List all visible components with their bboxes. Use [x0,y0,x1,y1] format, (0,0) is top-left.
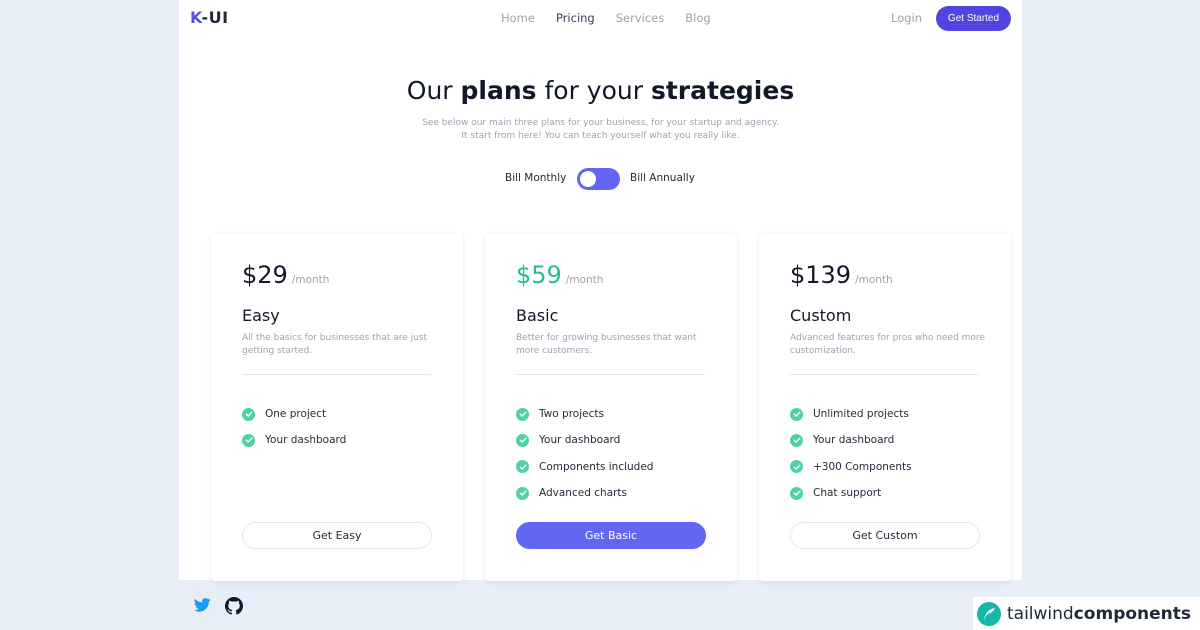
price-amount: $139 [790,261,852,289]
feature-item: Your dashboard [790,427,912,453]
plan-card-custom: $139/month Custom Advanced features for … [759,233,1011,581]
feature-item: Your dashboard [242,427,346,453]
feature-label: Your dashboard [265,434,347,447]
feature-label: Two projects [539,408,604,421]
nav-link-home[interactable]: Home [501,11,535,25]
logo-text: -UI [201,8,229,27]
subtitle-line: See below our main three plans for your … [422,118,779,128]
twitter-icon[interactable] [194,598,211,612]
feature-label: Components included [539,460,654,473]
bill-annually-label[interactable]: Bill Annually [630,172,695,184]
feature-label: Your dashboard [539,434,621,447]
feature-item: Advanced charts [516,480,653,506]
badge-text-bold: components [1073,603,1192,624]
tailwindcomponents-logo-icon [977,601,1001,626]
github-icon[interactable] [225,597,243,615]
plan-price: $59/month [516,261,603,289]
feature-label: Advanced charts [539,487,627,500]
tailwindcomponents-label: tailwindcomponents [1007,604,1191,624]
feature-label: One project [265,408,327,421]
divider [790,374,979,375]
subtitle-line: It start from here! You can teach yourse… [461,131,740,141]
get-basic-button[interactable]: Get Basic [516,522,706,549]
check-icon [790,407,803,421]
billing-toggle[interactable] [577,168,620,190]
plan-card-basic: $59/month Basic Better for growing busin… [485,233,737,581]
check-icon [516,486,529,500]
tailwindcomponents-badge[interactable]: tailwindcomponents [973,597,1200,630]
plan-price: $139/month [790,261,893,289]
feature-item: One project [242,401,346,427]
plan-price: $29/month [242,261,329,289]
nav-link-blog[interactable]: Blog [685,11,710,25]
feature-item: Unlimited projects [790,401,912,427]
price-period: /month [565,274,604,286]
billing-switch: Bill Monthly Bill Annually [179,168,1022,190]
plan-name: Custom [790,306,852,325]
nav-links: Home Pricing Services Blog [501,11,711,25]
check-icon [242,407,255,421]
divider [516,374,705,375]
feature-item: Chat support [790,480,912,506]
check-icon [790,486,803,500]
feature-label: Your dashboard [813,434,895,447]
toggle-knob [580,171,596,187]
price-period: /month [855,274,893,286]
feature-item: Two projects [516,401,653,427]
plan-name: Basic [516,306,559,325]
price-period: /month [291,274,330,286]
feature-item: Components included [516,454,653,480]
check-icon [516,460,529,474]
get-easy-button[interactable]: Get Easy [242,522,432,549]
badge-text-light: tailwind [1007,603,1074,624]
login-link[interactable]: Login [891,11,922,25]
title-emphasis-strategies: strategies [650,76,795,105]
plan-description: Better for growing businesses that want … [516,333,697,356]
page-subtitle: See below our main three plans for your … [390,117,811,143]
divider [242,374,431,375]
page-title: Our plans for your strategies [179,76,1022,105]
price-amount: $59 [516,261,562,289]
feature-label: +300 Components [813,460,912,473]
title-emphasis-plans: plans [460,76,537,105]
feature-item: Your dashboard [516,427,653,453]
bill-monthly-label[interactable]: Bill Monthly [505,172,566,184]
plan-name: Easy [242,306,280,325]
price-amount: $29 [242,261,288,289]
feature-list: Unlimited projects Your dashboard +300 C… [790,401,912,506]
feature-label: Unlimited projects [813,408,909,421]
check-icon [790,433,803,447]
logo-letter: K [190,8,202,27]
nav-link-services[interactable]: Services [616,11,665,25]
logo[interactable]: K-UI [190,8,229,27]
feature-list: Two projects Your dashboard Components i… [516,401,653,506]
top-nav: K-UI Home Pricing Services Blog Login Ge… [179,0,1022,36]
feature-item: +300 Components [790,454,912,480]
nav-link-pricing[interactable]: Pricing [556,11,595,25]
check-icon [790,460,803,474]
check-icon [516,433,529,447]
plan-card-easy: $29/month Easy All the basics for busine… [211,233,463,581]
get-started-button[interactable]: Get Started [936,6,1011,31]
feature-label: Chat support [813,487,882,500]
plan-description: Advanced features for pros who need more… [790,333,985,356]
plan-description: All the basics for businesses that are j… [242,333,428,356]
title-text: Our [406,76,461,105]
check-icon [516,407,529,421]
title-text: for your [536,76,651,105]
get-custom-button[interactable]: Get Custom [790,522,980,549]
check-icon [242,433,255,447]
feature-list: One project Your dashboard [242,401,346,454]
